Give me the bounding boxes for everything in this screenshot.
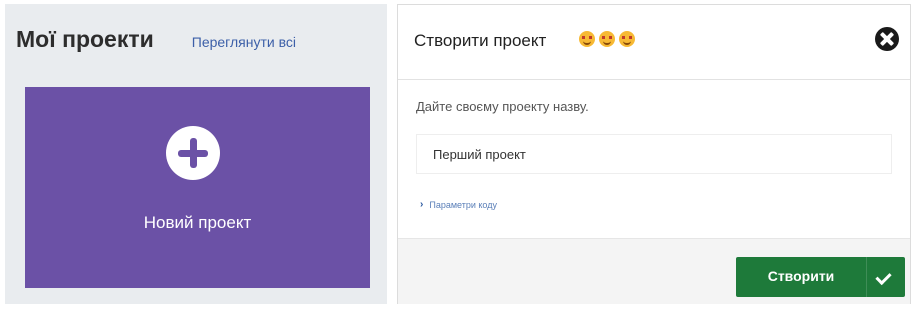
plus-circle-icon — [166, 126, 220, 180]
dialog-footer: Створити — [398, 238, 910, 304]
close-icon[interactable] — [875, 27, 899, 51]
view-all-link[interactable]: Переглянути всі — [192, 34, 296, 50]
new-project-button[interactable]: Новий проект — [25, 87, 370, 288]
my-projects-panel: Мої проекти Переглянути всі Новий проект — [5, 4, 387, 304]
smiling-face-icon — [579, 31, 595, 47]
create-project-dialog: Створити проект Дайте своєму проекту наз… — [397, 4, 911, 304]
dialog-title: Створити проект — [414, 31, 547, 50]
title-emojis — [579, 31, 635, 47]
project-name-prompt: Дайте своєму проекту назву. — [416, 99, 589, 114]
button-divider — [866, 257, 867, 297]
smiling-face-icon — [599, 31, 615, 47]
smiling-face-icon — [619, 31, 635, 47]
create-button-label: Створити — [767, 268, 835, 284]
project-name-input[interactable] — [416, 134, 892, 174]
new-project-label: Новий проект — [143, 213, 252, 232]
chevron-right-icon: › — [420, 199, 424, 210]
check-icon — [875, 268, 892, 286]
create-button[interactable]: Створити — [736, 257, 905, 297]
code-options-toggle[interactable]: › Параметри коду — [420, 199, 497, 210]
code-options-label: Параметри коду — [429, 199, 497, 210]
projects-header: Мої проекти Переглянути всі — [16, 26, 376, 53]
projects-title: Мої проекти — [16, 26, 154, 52]
dialog-header: Створити проект — [398, 5, 910, 80]
